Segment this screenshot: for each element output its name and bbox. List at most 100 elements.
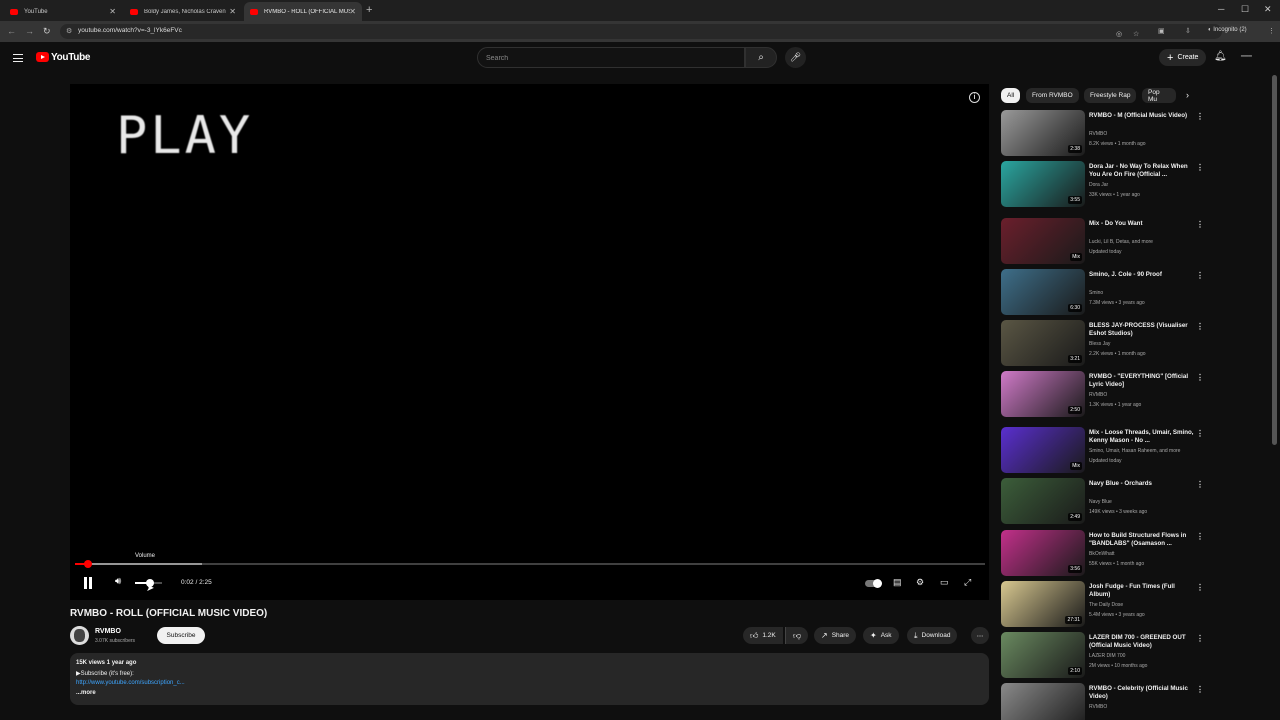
chip-freestyle-rap[interactable]: Freestyle Rap bbox=[1084, 88, 1137, 103]
more-actions-button[interactable]: ⋯ bbox=[971, 627, 989, 644]
eye-off-icon[interactable]: ◎ bbox=[1116, 30, 1122, 38]
recommendation-title[interactable]: RVMBO - "EVERYTHING" [Official Lyric Vid… bbox=[1089, 373, 1195, 390]
miniplayer-icon[interactable]: ▭ bbox=[940, 577, 949, 588]
more-vertical-icon[interactable]: ⋮ bbox=[1196, 634, 1204, 643]
recommendation-channel[interactable]: LAZER DIM 700 bbox=[1089, 653, 1201, 659]
more-vertical-icon[interactable]: ⋮ bbox=[1196, 163, 1204, 172]
description-box[interactable]: 15K views 1 year ago ▶Subscribe (it's fr… bbox=[70, 653, 989, 705]
recommendation-title[interactable]: Smino, J. Cole - 90 Proof bbox=[1089, 271, 1195, 279]
recommendation-item[interactable]: 2:10 LAZER DIM 700 - GREENED OUT (Officia… bbox=[1001, 632, 1205, 678]
bookmark-star-icon[interactable]: ☆ bbox=[1133, 30, 1139, 38]
recommendation-item[interactable]: 27:31 Josh Fudge - Fun Times (Full Album)… bbox=[1001, 581, 1205, 627]
recommendation-title[interactable]: Navy Blue - Orchards bbox=[1089, 480, 1195, 488]
video-thumbnail[interactable]: 3:55 bbox=[1001, 161, 1085, 207]
incognito-indicator[interactable]: ◐ Incognito (2) bbox=[1208, 27, 1247, 33]
more-vertical-icon[interactable]: ⋮ bbox=[1196, 220, 1204, 229]
close-tab-icon[interactable]: ✕ bbox=[109, 7, 116, 16]
close-tab-icon[interactable]: ✕ bbox=[349, 7, 356, 16]
hamburger-menu-icon[interactable] bbox=[13, 54, 23, 62]
new-tab-icon[interactable]: + bbox=[366, 4, 372, 16]
browser-tab-boldy[interactable]: Boldy James, Nicholas Craven ✕ bbox=[124, 2, 242, 21]
scrollbar[interactable] bbox=[1272, 75, 1277, 445]
recommendation-item[interactable]: Mix Mix - Loose Threads, Umair, Smino, Ke… bbox=[1001, 427, 1205, 473]
channel-name[interactable]: RVMBO bbox=[95, 628, 121, 635]
address-bar[interactable]: ⚙ youtube.com/watch?v=-3_lYk6eFVc ◎ ☆ bbox=[60, 24, 1222, 39]
minimize-icon[interactable]: ─ bbox=[1218, 4, 1224, 14]
video-thumbnail[interactable]: Mix bbox=[1001, 218, 1085, 264]
info-icon[interactable]: i bbox=[969, 92, 980, 103]
video-thumbnail[interactable]: 2:38 bbox=[1001, 110, 1085, 156]
recommendation-channel[interactable]: Smino, Umair, Hasan Raheem, and more bbox=[1089, 448, 1201, 454]
video-player[interactable]: PLAY i Volume 🔊︎ ➤ 0:02 / 2:25 ▤ ⚙ ▭ ⤢ bbox=[70, 84, 989, 600]
notifications-bell-icon[interactable]: 🔔︎ bbox=[1214, 51, 1227, 62]
browser-menu-icon[interactable]: ⋮ bbox=[1268, 27, 1275, 35]
share-button[interactable]: ↗ Share bbox=[814, 627, 857, 644]
recommendation-channel[interactable]: BkOnWhatt bbox=[1089, 551, 1201, 557]
close-tab-icon[interactable]: ✕ bbox=[229, 7, 236, 16]
close-window-icon[interactable]: ✕ bbox=[1264, 4, 1272, 15]
description-link[interactable]: http://www.youtube.com/subscription_c... bbox=[76, 680, 185, 686]
recommendation-title[interactable]: How to Build Structured Flows in "BANDLA… bbox=[1089, 532, 1195, 549]
channel-avatar[interactable] bbox=[70, 626, 89, 645]
like-button[interactable]: 👍︎ 1.2K bbox=[743, 627, 783, 644]
search-input[interactable] bbox=[486, 52, 726, 64]
video-thumbnail[interactable] bbox=[1001, 683, 1085, 720]
recommendation-item[interactable]: 3:56 How to Build Structured Flows in "BA… bbox=[1001, 530, 1205, 576]
show-more-link[interactable]: ...more bbox=[76, 690, 96, 696]
recommendation-channel[interactable]: Lucki, Lil B, Detas, and more bbox=[1089, 239, 1201, 245]
fullscreen-icon[interactable]: ⤢ bbox=[964, 577, 971, 588]
recommendation-title[interactable]: Mix - Do You Want bbox=[1089, 220, 1195, 228]
download-button[interactable]: ⤓ Download bbox=[907, 627, 958, 644]
recommendation-item[interactable]: 2:49 Navy Blue - Orchards Navy Blue 149K vi… bbox=[1001, 478, 1205, 524]
pause-icon[interactable] bbox=[83, 577, 93, 589]
recommendation-title[interactable]: RVMBO - Celebrity (Official Music Video) bbox=[1089, 685, 1195, 702]
recommendation-item[interactable]: RVMBO - Celebrity (Official Music Video)… bbox=[1001, 683, 1205, 720]
more-vertical-icon[interactable]: ⋮ bbox=[1196, 532, 1204, 541]
browser-tab-youtube[interactable]: YouTube ✕ bbox=[4, 2, 122, 21]
chevron-right-icon[interactable]: › bbox=[1186, 90, 1189, 100]
search-box[interactable] bbox=[477, 47, 745, 68]
browser-tab-rvmbo[interactable]: RVMBO - ROLL (OFFICIAL MUSIC ✕ bbox=[244, 2, 362, 21]
video-thumbnail[interactable]: 6:30 bbox=[1001, 269, 1085, 315]
account-avatar[interactable]: ━━━ bbox=[1241, 53, 1255, 60]
create-button[interactable]: + Create bbox=[1159, 49, 1207, 66]
site-info-icon[interactable]: ⚙ bbox=[66, 27, 72, 35]
recommendation-item[interactable]: 2:38 RVMBO - M (Official Music Video) RVMB… bbox=[1001, 110, 1205, 156]
voice-search-button[interactable]: 🎤︎ bbox=[785, 47, 806, 68]
video-thumbnail[interactable]: 3:21 bbox=[1001, 320, 1085, 366]
recommendation-channel[interactable]: RVMBO bbox=[1089, 392, 1201, 398]
reload-icon[interactable]: ↻ bbox=[43, 26, 51, 37]
recommendation-title[interactable]: Mix - Loose Threads, Umair, Smino, Kenny… bbox=[1089, 429, 1195, 446]
youtube-wordmark[interactable]: YouTube bbox=[51, 52, 91, 63]
captions-icon[interactable]: ▤ bbox=[893, 577, 902, 588]
recommendation-title[interactable]: Josh Fudge - Fun Times (Full Album) bbox=[1089, 583, 1195, 600]
recommendation-channel[interactable]: Navy Blue bbox=[1089, 499, 1201, 505]
recommendation-item[interactable]: 3:55 Dora Jar - No Way To Relax When You … bbox=[1001, 161, 1205, 207]
recommendation-channel[interactable]: RVMBO bbox=[1089, 131, 1201, 137]
recommendation-channel[interactable]: Smino bbox=[1089, 290, 1201, 296]
recommendation-title[interactable]: RVMBO - M (Official Music Video) bbox=[1089, 112, 1195, 120]
search-button[interactable]: ⌕ bbox=[745, 47, 777, 68]
recommendation-item[interactable]: 6:30 Smino, J. Cole - 90 Proof Smino 7.3M v… bbox=[1001, 269, 1205, 315]
chip-all[interactable]: All bbox=[1001, 88, 1021, 103]
forward-icon[interactable]: → bbox=[25, 26, 34, 36]
more-vertical-icon[interactable]: ⋮ bbox=[1196, 583, 1204, 592]
more-vertical-icon[interactable]: ⋮ bbox=[1196, 480, 1204, 489]
video-thumbnail[interactable]: 2:49 bbox=[1001, 478, 1085, 524]
more-vertical-icon[interactable]: ⋮ bbox=[1196, 429, 1204, 438]
recommendation-title[interactable]: Dora Jar - No Way To Relax When You Are … bbox=[1089, 163, 1195, 180]
video-thumbnail[interactable]: 2:10 bbox=[1001, 632, 1085, 678]
recommendation-item[interactable]: Mix Mix - Do You Want Lucki, Lil B, Detas,… bbox=[1001, 218, 1205, 264]
more-vertical-icon[interactable]: ⋮ bbox=[1196, 271, 1204, 280]
chip-from-rvmbo[interactable]: From RVMBO bbox=[1026, 88, 1079, 103]
settings-gear-icon[interactable]: ⚙ bbox=[916, 577, 924, 588]
video-thumbnail[interactable]: 3:56 bbox=[1001, 530, 1085, 576]
back-icon[interactable]: ← bbox=[7, 26, 16, 36]
recommendation-title[interactable]: BLESS JAY-PROCESS (Visualiser Eshot Stud… bbox=[1089, 322, 1195, 339]
recommendation-channel[interactable]: The Daily Dose bbox=[1089, 602, 1201, 608]
more-vertical-icon[interactable]: ⋮ bbox=[1196, 373, 1204, 382]
more-vertical-icon[interactable]: ⋮ bbox=[1196, 112, 1204, 121]
extensions-icon[interactable]: ▣ bbox=[1158, 27, 1165, 35]
recommendation-title[interactable]: LAZER DIM 700 - GREENED OUT (Official Mu… bbox=[1089, 634, 1195, 651]
dislike-button[interactable]: 👎︎ bbox=[785, 627, 809, 644]
